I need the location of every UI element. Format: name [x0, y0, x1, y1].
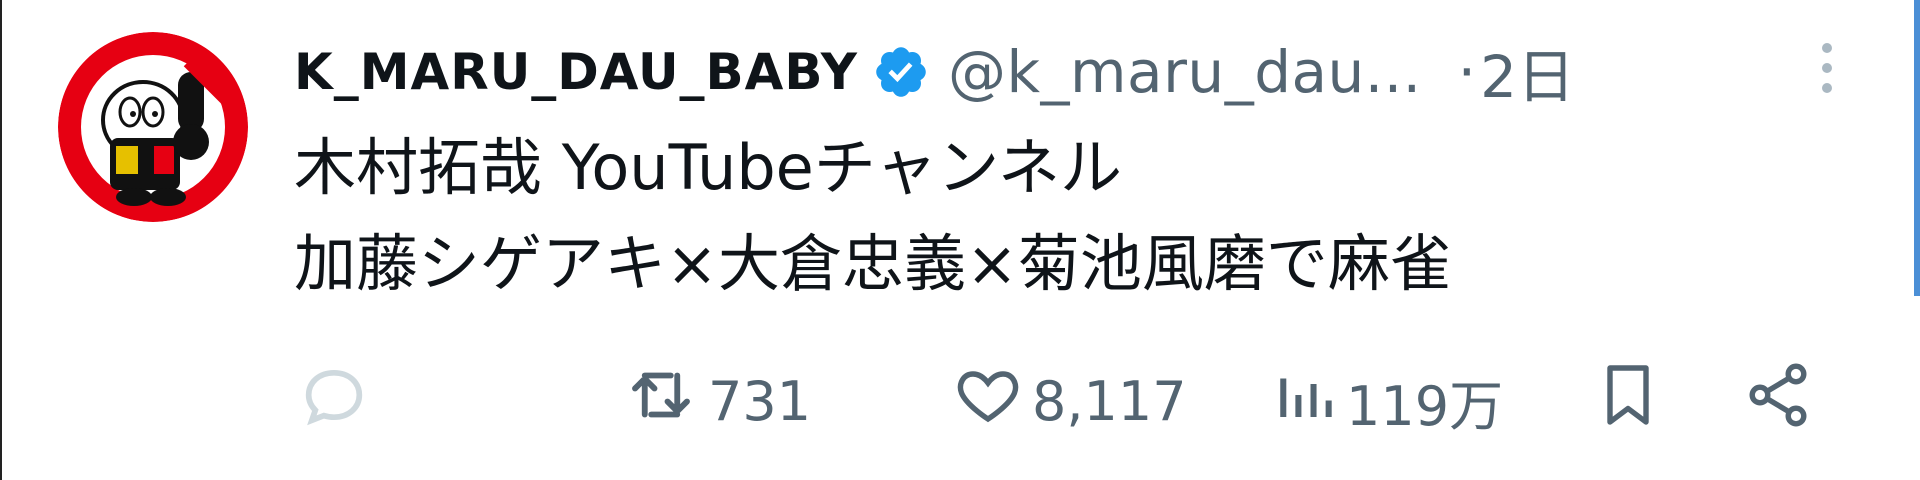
retweet-count: 731 — [708, 369, 812, 433]
share-button[interactable] — [1742, 356, 1814, 446]
author-display-name[interactable]: K_MARU_DAU_BABY — [294, 43, 858, 101]
tweet-body: 木村拓哉 YouTubeチャンネル 加藤シゲアキ×大倉忠義×菊池風磨で麻雀 — [294, 120, 1452, 312]
like-count: 8,117 — [1032, 369, 1187, 433]
heart-icon — [952, 359, 1024, 444]
verified-badge-icon — [872, 43, 930, 101]
views-bar-chart-icon — [1272, 359, 1338, 444]
tweet-text-line: 木村拓哉 YouTubeチャンネル — [294, 131, 1122, 204]
avatar[interactable] — [58, 32, 248, 222]
tweet-card[interactable]: K_MARU_DAU_BABY @k_maru_dau... · 2日 木村拓哉… — [0, 0, 1920, 480]
bookmark-icon — [1592, 355, 1664, 448]
views-button[interactable]: 119万 — [1272, 356, 1503, 446]
action-bar: 731 8,117 119万 — [292, 356, 1842, 446]
reply-button[interactable] — [296, 356, 372, 446]
tweet-header: K_MARU_DAU_BABY @k_maru_dau... · 2日 — [294, 38, 1854, 111]
retweet-icon — [622, 356, 700, 447]
retweet-button[interactable]: 731 — [622, 356, 811, 446]
like-button[interactable]: 8,117 — [952, 356, 1187, 446]
tweet-text-line: 加藤シゲアキ×大倉忠義×菊池風磨で麻雀 — [294, 227, 1452, 300]
reply-bubble-icon — [296, 357, 372, 446]
bookmark-button[interactable] — [1592, 356, 1664, 446]
scrollbar[interactable] — [1914, 0, 1920, 296]
tweet-timestamp[interactable]: 2日 — [1480, 30, 1575, 114]
view-count: 119万 — [1346, 374, 1504, 438]
separator-dot: · — [1457, 38, 1477, 106]
author-handle[interactable]: @k_maru_dau... — [948, 38, 1422, 106]
share-icon — [1742, 359, 1814, 444]
more-vertical-icon[interactable] — [1812, 40, 1842, 100]
